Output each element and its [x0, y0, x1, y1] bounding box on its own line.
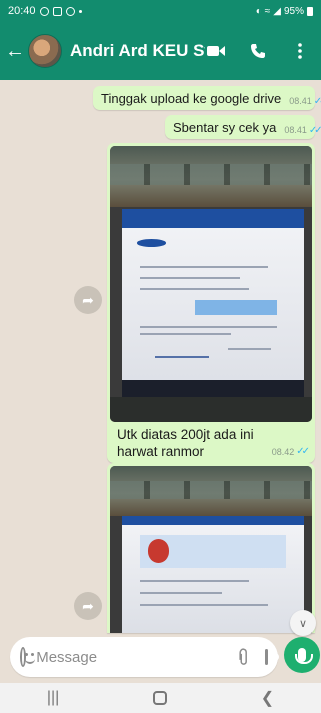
photo-screen-logo: [136, 239, 166, 247]
photo-attachment[interactable]: [110, 466, 312, 633]
photo-screen-line: [140, 288, 250, 291]
gallery-notification-icon: [52, 6, 62, 16]
read-ticks-icon: ✓✓: [308, 124, 321, 136]
photo-screen-line: [140, 580, 250, 583]
photo-screen-line: [140, 277, 241, 280]
forward-icon[interactable]: ➦: [74, 286, 102, 314]
photo-screen: [122, 516, 304, 633]
forward-icon[interactable]: ➦: [74, 592, 102, 620]
message-time: 08.42: [271, 446, 295, 457]
arrow-left-icon[interactable]: ←: [5, 40, 25, 62]
battery-percent: 95%: [283, 5, 304, 17]
emoji-icon[interactable]: [20, 647, 36, 667]
back-nav-icon[interactable]: ❮: [261, 688, 274, 708]
image-caption: Utk diatas 200jt ada ini harwat ranmor: [117, 427, 254, 459]
photo-screen-logo: [147, 539, 170, 563]
message-composer: [10, 637, 279, 677]
double-chevron-down-icon[interactable]: ∨: [290, 610, 316, 636]
photo-screen-bar: [122, 209, 304, 229]
status-time: 20:40: [8, 5, 36, 17]
message-time: 08.41: [289, 96, 312, 106]
photo-screen-line: [140, 265, 268, 268]
whatsapp-notification-icon: [39, 6, 49, 16]
signal-icon: ◢: [273, 5, 281, 17]
battery-icon: [307, 6, 313, 16]
avatar[interactable]: [28, 34, 62, 68]
more-vert-icon[interactable]: [289, 40, 311, 62]
photo-screen-bar: [122, 516, 304, 526]
photo-screen-line: [140, 603, 268, 606]
phone-icon[interactable]: [247, 40, 269, 62]
photo-screen-line: [140, 333, 232, 336]
mic-icon: [295, 648, 313, 664]
photo-taskbar: [122, 380, 304, 398]
photo-screen: [122, 209, 304, 398]
message-text: Sbentar sy cek ya: [173, 119, 277, 135]
camera-icon[interactable]: [265, 649, 279, 665]
photo-background: [110, 146, 312, 207]
mic-button[interactable]: [284, 637, 320, 673]
photo-screen-highlight: [194, 299, 277, 315]
video-call-icon[interactable]: [205, 40, 227, 62]
read-ticks-icon: ✓✓: [296, 446, 310, 457]
system-nav-bar: ||| ❮: [0, 683, 321, 713]
recent-apps-icon[interactable]: |||: [47, 689, 59, 707]
photo-bottom: [110, 397, 312, 422]
photo-screen-line: [140, 325, 277, 328]
image-message-bubble[interactable]: Utk diatas 200jt ada ini harwat ranmor 0…: [107, 143, 315, 463]
image-message-bubble[interactable]: [107, 463, 315, 633]
chat-header: ← Andri Ard KEU Staf...: [0, 22, 321, 80]
photo-screen-line: [140, 592, 223, 595]
message-bubble[interactable]: Tinggak upload ke google drive 08.41 ✓✓: [93, 86, 321, 110]
settings-notification-icon: [65, 6, 75, 16]
message-input[interactable]: [36, 648, 236, 666]
more-notifications-icon: [78, 9, 82, 13]
photo-screen-line: [227, 348, 272, 351]
wifi-icon: ≈: [264, 5, 271, 17]
home-icon[interactable]: [153, 691, 168, 705]
message-bubble[interactable]: Sbentar sy cek ya 08.41 ✓✓: [165, 115, 321, 139]
message-time: 08.41: [284, 125, 307, 135]
photo-screen-line: [154, 355, 210, 358]
alarm-icon: ◐: [255, 5, 262, 17]
status-bar: 20:40 ◐ ≈ ◢ 95%: [0, 0, 321, 22]
photo-background: [110, 466, 312, 517]
message-text: Tinggak upload ke google drive: [101, 90, 282, 106]
contact-name[interactable]: Andri Ard KEU Staf...: [70, 41, 205, 61]
read-ticks-icon: ✓✓: [313, 95, 321, 107]
photo-attachment[interactable]: [110, 146, 312, 422]
